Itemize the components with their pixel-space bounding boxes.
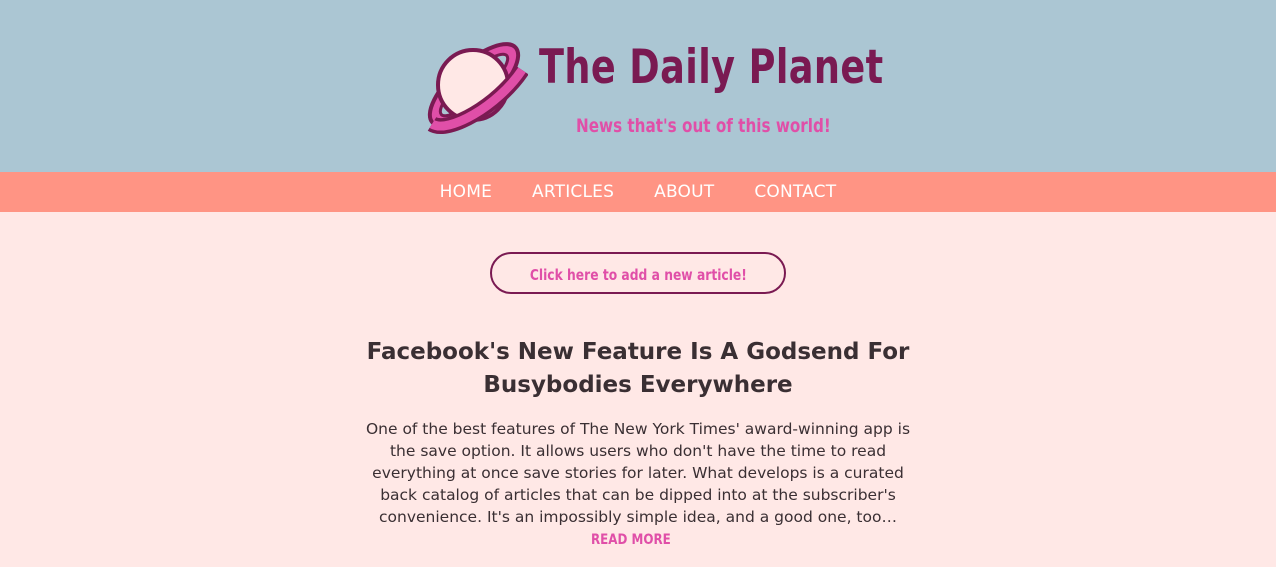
article-preview: Facebook's New Feature Is A Godsend For … (338, 336, 938, 551)
add-article-button[interactable]: Click here to add a new article! (489, 252, 787, 294)
add-article-label: Click here to add a new article! (529, 266, 747, 284)
article-excerpt-text: One of the best features of The New York… (365, 420, 911, 526)
planet-icon (427, 42, 528, 134)
logo[interactable]: The Daily Planet News that's out of this… (418, 30, 883, 140)
site-title: The Daily Planet (539, 40, 884, 95)
nav-about[interactable]: ABOUT (654, 182, 714, 202)
read-more-link[interactable]: READ MORE (591, 529, 671, 551)
article-excerpt: One of the best features of The New York… (358, 418, 918, 551)
site-tagline: News that's out of this world! (576, 115, 831, 137)
cta-container: Click here to add a new article! (0, 252, 1276, 294)
nav-articles[interactable]: ARTICLES (532, 182, 614, 202)
site-header: The Daily Planet News that's out of this… (0, 0, 1276, 172)
article-title[interactable]: Facebook's New Feature Is A Godsend For … (338, 336, 938, 402)
nav-home[interactable]: HOME (440, 182, 492, 202)
main-nav: HOME ARTICLES ABOUT CONTACT (0, 172, 1276, 212)
nav-contact[interactable]: CONTACT (754, 182, 836, 202)
